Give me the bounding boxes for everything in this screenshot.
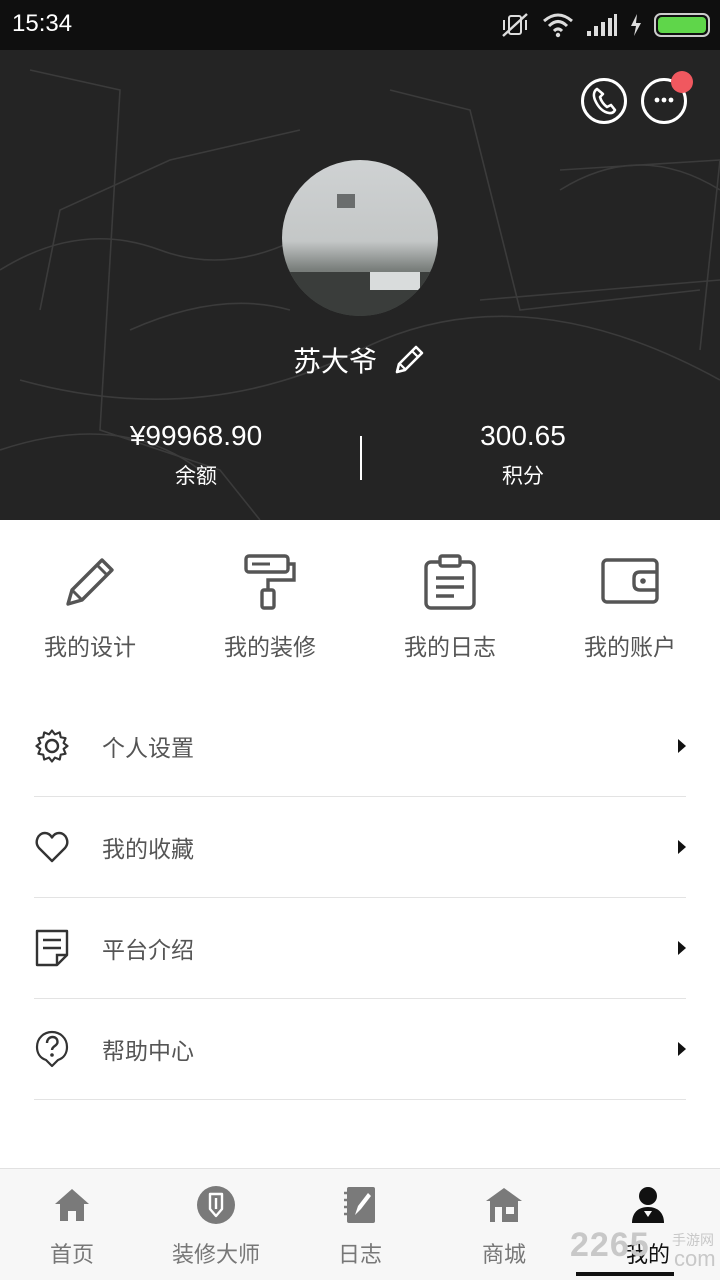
quick-action-label: 我的日志: [404, 635, 496, 661]
points-value: 300.65: [480, 420, 566, 451]
points-label: 积分: [502, 464, 544, 488]
tab-label: 我的: [625, 1243, 670, 1268]
quick-action-my-account[interactable]: 我的账户: [540, 520, 720, 670]
username-row: 苏大爷: [0, 340, 720, 380]
menu-item-platform-intro[interactable]: 平台介绍: [34, 898, 686, 999]
wallet-icon: [600, 552, 660, 612]
wifi-icon: [543, 13, 573, 38]
bottom-tab-bar: 首页 装修大师 日志 商城 我的: [0, 1168, 720, 1280]
tab-mine[interactable]: 我的: [576, 1169, 720, 1280]
chat-badge: [671, 71, 693, 93]
balance-value: ¥99968.90: [129, 420, 263, 451]
clipboard-icon: [420, 552, 480, 612]
quick-action-my-design[interactable]: 我的设计: [0, 520, 180, 670]
tab-home[interactable]: 首页: [0, 1169, 144, 1280]
chevron-right-icon: [678, 739, 686, 753]
quick-action-my-log[interactable]: 我的日志: [360, 520, 540, 670]
mute-vibrate-icon: [502, 13, 528, 37]
quick-actions: 我的设计 我的装修 我的日志 我的账户: [0, 520, 720, 670]
tab-label: 商城: [481, 1243, 526, 1268]
menu-item-my-favorites[interactable]: 我的收藏: [34, 797, 686, 898]
menu-item-label: 我的收藏: [102, 837, 194, 863]
username: 苏大爷: [292, 345, 377, 378]
avatar[interactable]: [282, 160, 438, 316]
menu-item-personal-settings[interactable]: 个人设置: [34, 696, 686, 797]
chevron-right-icon: [678, 840, 686, 854]
tab-label: 日志: [337, 1243, 382, 1268]
tab-label: 装修大师: [171, 1243, 260, 1268]
pencil-icon: [60, 552, 120, 612]
chevron-right-icon: [678, 941, 686, 955]
balance-label: 余额: [175, 464, 217, 488]
status-time: 15:34: [12, 10, 73, 37]
chat-button[interactable]: [641, 71, 693, 124]
stat-divider: [360, 436, 362, 480]
avatar-photo-detail: [370, 272, 420, 290]
profile-header: 苏大爷 ¥99968.90 余额 300.65 积分: [0, 50, 720, 520]
document-icon: [34, 929, 70, 967]
menu-item-label: 帮助中心: [102, 1039, 194, 1065]
battery-icon: [654, 13, 710, 37]
menu-item-label: 个人设置: [102, 736, 194, 762]
active-tab-indicator: [576, 1272, 674, 1276]
phone-icon: [592, 87, 617, 115]
signal-icon: [587, 14, 617, 36]
home-icon: [52, 1185, 92, 1225]
master-icon: [196, 1185, 236, 1225]
shop-icon: [484, 1185, 524, 1225]
menu-item-label: 平台介绍: [102, 938, 194, 964]
tab-shop[interactable]: 商城: [432, 1169, 576, 1280]
gear-icon: [34, 728, 70, 764]
notebook-icon: [340, 1185, 380, 1225]
tab-label: 首页: [49, 1243, 94, 1268]
status-icons: [500, 10, 710, 40]
chevron-right-icon: [678, 1042, 686, 1056]
phone-button[interactable]: [581, 78, 627, 124]
paint-roller-icon: [240, 552, 300, 612]
settings-menu: 个人设置 我的收藏 平台介绍 帮助中心: [34, 696, 686, 1100]
quick-action-label: 我的账户: [584, 635, 676, 661]
points-stat[interactable]: 300.65 积分: [373, 420, 673, 490]
user-icon: [628, 1185, 668, 1225]
battery-fill: [658, 17, 706, 33]
status-bar: 15:34: [0, 0, 720, 50]
edit-pencil-icon[interactable]: [391, 342, 427, 378]
quick-action-my-decoration[interactable]: 我的装修: [180, 520, 360, 670]
charging-icon: [631, 14, 641, 36]
quick-action-label: 我的设计: [44, 635, 136, 661]
tab-log[interactable]: 日志: [288, 1169, 432, 1280]
quick-action-label: 我的装修: [224, 635, 316, 661]
menu-item-help-center[interactable]: 帮助中心: [34, 999, 686, 1100]
heart-icon: [34, 829, 70, 865]
balance-stat[interactable]: ¥99968.90 余额: [46, 420, 346, 490]
avatar-photo-detail: [337, 194, 355, 208]
tab-decoration-master[interactable]: 装修大师: [144, 1169, 288, 1280]
help-icon: [34, 1030, 70, 1068]
